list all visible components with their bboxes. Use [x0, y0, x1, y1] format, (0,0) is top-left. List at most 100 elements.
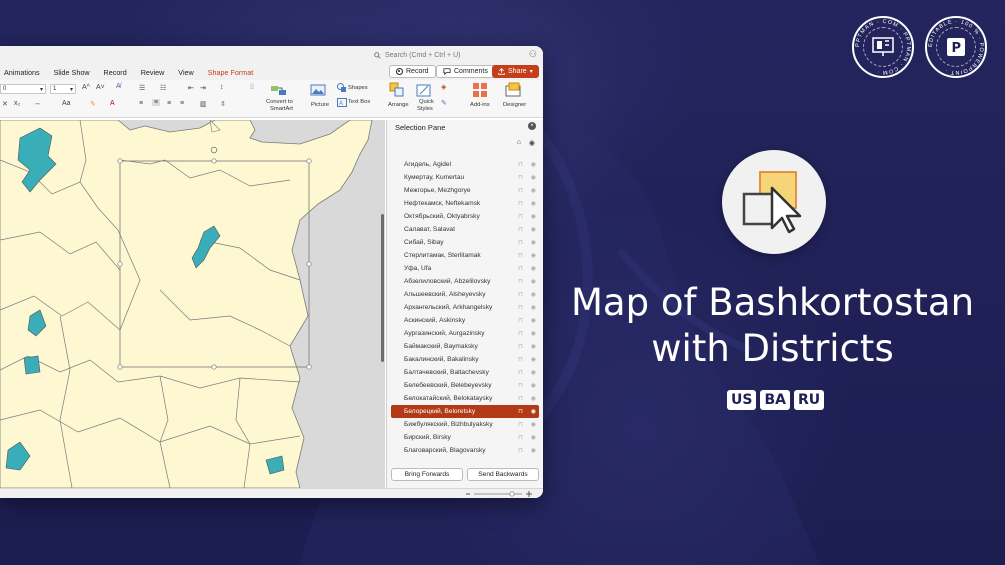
tab-slide-show[interactable]: Slide Show	[54, 68, 90, 77]
lock-icon[interactable]: ⊓	[518, 174, 523, 181]
shape-fill-icon[interactable]: ◈	[441, 83, 446, 91]
lock-icon[interactable]: ⊓	[518, 226, 523, 233]
selection-list-item[interactable]: Стерлитамак, Sterlitamak ⊓ ◉	[391, 249, 539, 262]
font-name-select[interactable]: 0 ▾	[0, 84, 46, 94]
lock-icon[interactable]: ⊓	[518, 343, 523, 350]
clear-format-icon[interactable]: A̸	[116, 83, 121, 90]
line-spacing-icon[interactable]: ↕	[220, 84, 224, 91]
selection-list-item[interactable]: Аскинский, Askinsky ⊓ ◉	[391, 314, 539, 327]
lock-icon[interactable]: ⊓	[518, 252, 523, 259]
selection-list-item[interactable]: Салават, Salavat ⊓ ◉	[391, 223, 539, 236]
close-icon[interactable]: ×	[528, 122, 536, 130]
selection-list-item[interactable]: Кумертау, Kumertau ⊓ ◉	[391, 171, 539, 184]
eye-icon[interactable]: ◉	[531, 304, 536, 311]
zoom-slider[interactable]	[466, 491, 532, 497]
shapes-label[interactable]: Shapes	[348, 85, 368, 91]
lock-icon[interactable]: ⊓	[518, 408, 523, 415]
text-box-label[interactable]: Text Box	[348, 99, 370, 105]
numbering-icon[interactable]: ☷	[160, 84, 166, 92]
eye-icon[interactable]: ◉	[531, 239, 536, 246]
eye-icon[interactable]: ◉	[531, 278, 536, 285]
text-box-icon[interactable]: A	[337, 97, 347, 107]
eye-icon[interactable]: ◉	[529, 139, 535, 147]
lock-icon[interactable]: ⊓	[518, 278, 523, 285]
lock-icon[interactable]: ⊓	[518, 330, 523, 337]
indent-icon[interactable]: ⇤	[188, 84, 194, 92]
people-icon[interactable]: ⚇	[529, 49, 537, 60]
selection-list-item[interactable]: Аургазинский, Aurgazinsky ⊓ ◉	[391, 327, 539, 340]
selection-list-item[interactable]: Белебеевский, Belebeyevsky ⊓ ◉	[391, 379, 539, 392]
font-color-icon[interactable]: A	[110, 100, 115, 107]
lock-icon[interactable]: ⊓	[518, 434, 523, 441]
send-backwards-button[interactable]: Send Backwards	[467, 468, 539, 481]
designer-icon[interactable]	[505, 82, 523, 98]
selection-list-item[interactable]: Баймакский, Baymaksky ⊓ ◉	[391, 340, 539, 353]
selection-list-item[interactable]: Уфа, Ufa ⊓ ◉	[391, 262, 539, 275]
lock-icon[interactable]: ⊓	[518, 291, 523, 298]
selection-list-item[interactable]: Альшеевский, Alsheyevsky ⊓ ◉	[391, 288, 539, 301]
lock-icon[interactable]: ⊓	[518, 369, 523, 376]
eye-icon[interactable]: ◉	[531, 187, 536, 194]
align-right-icon[interactable]: ≡	[167, 100, 171, 107]
lock-icon[interactable]: ⊓	[518, 421, 523, 428]
eye-icon[interactable]: ◉	[531, 343, 536, 350]
selection-list-item[interactable]: Агидель, Agidel ⊓ ◉	[391, 158, 539, 171]
bullets-icon[interactable]: ☰	[139, 84, 145, 92]
search-box[interactable]: Search (Cmd + Ctrl + U)	[374, 49, 494, 62]
eye-icon[interactable]: ◉	[531, 408, 536, 415]
selection-list-item[interactable]: Межгорье, Mezhgorye ⊓ ◉	[391, 184, 539, 197]
lock-icon[interactable]: ⌂	[517, 139, 521, 146]
eye-icon[interactable]: ◉	[531, 174, 536, 181]
selection-list-item[interactable]: Благоварский, Blagovarsky ⊓ ◉	[391, 444, 539, 456]
eye-icon[interactable]: ◉	[531, 395, 536, 402]
tab-view[interactable]: View	[178, 68, 193, 77]
tab-record[interactable]: Record	[104, 68, 127, 77]
share-button[interactable]: Share ▾	[492, 65, 539, 78]
selection-list-item[interactable]: Бирский, Birsky ⊓ ◉	[391, 431, 539, 444]
lock-icon[interactable]: ⊓	[518, 382, 523, 389]
shape-outline-icon[interactable]: ✎	[441, 99, 447, 107]
eye-icon[interactable]: ◉	[531, 421, 536, 428]
highlighted-district[interactable]	[23, 355, 41, 375]
selection-list-item[interactable]: Нефтекамск, Neftekamsk ⊓ ◉	[391, 197, 539, 210]
add-ins-icon[interactable]	[472, 82, 488, 98]
tab-review[interactable]: Review	[141, 68, 165, 77]
eye-icon[interactable]: ◉	[531, 447, 536, 454]
lock-icon[interactable]: ⊓	[518, 213, 523, 220]
eye-icon[interactable]: ◉	[531, 291, 536, 298]
selection-list-item[interactable]: Белокатайский, Belokataysky ⊓ ◉	[391, 392, 539, 405]
eye-icon[interactable]: ◉	[531, 434, 536, 441]
tab-animations[interactable]: Animations	[4, 68, 40, 77]
lock-icon[interactable]: ⊓	[518, 239, 523, 246]
bring-forwards-button[interactable]: Bring Forwards	[391, 468, 463, 481]
outdent-icon[interactable]: ⇥	[200, 84, 206, 92]
justify-icon[interactable]: ≡	[180, 100, 184, 107]
eye-icon[interactable]: ◉	[531, 356, 536, 363]
eye-icon[interactable]: ◉	[531, 382, 536, 389]
smartart-icon[interactable]	[270, 83, 288, 97]
shapes-icon[interactable]	[337, 83, 347, 93]
selection-list-item[interactable]: Бакалинский, Bakalinsky ⊓ ◉	[391, 353, 539, 366]
highlight-color-icon[interactable]: ✎	[90, 100, 96, 108]
eye-icon[interactable]: ◉	[531, 265, 536, 272]
selection-list-item[interactable]: Октябрьский, Oktyabrsky ⊓ ◉	[391, 210, 539, 223]
eye-icon[interactable]: ◉	[531, 161, 536, 168]
change-case-button[interactable]: Aa	[62, 100, 71, 107]
lock-icon[interactable]: ⊓	[518, 200, 523, 207]
quick-styles-icon[interactable]	[416, 82, 432, 98]
lock-icon[interactable]: ⊓	[518, 395, 523, 402]
eye-icon[interactable]: ◉	[531, 213, 536, 220]
slide-canvas[interactable]	[0, 120, 385, 488]
comments-button[interactable]: Comments	[436, 65, 495, 78]
eye-icon[interactable]: ◉	[531, 226, 536, 233]
tab-shape-format[interactable]: Shape Format	[208, 68, 254, 77]
eye-icon[interactable]: ◉	[531, 200, 536, 207]
columns-icon[interactable]: ▥	[200, 100, 207, 108]
subscript-icon[interactable]: x₂	[14, 100, 20, 107]
record-button[interactable]: Record	[389, 65, 436, 78]
selection-list-item[interactable]: Абзелиловский, Abzelilovsky ⊓ ◉	[391, 275, 539, 288]
align-text-icon[interactable]: ⁞⁞	[250, 84, 254, 91]
align-center-icon[interactable]: ≡	[152, 99, 161, 106]
lock-icon[interactable]: ⊓	[518, 317, 523, 324]
eye-icon[interactable]: ◉	[531, 252, 536, 259]
